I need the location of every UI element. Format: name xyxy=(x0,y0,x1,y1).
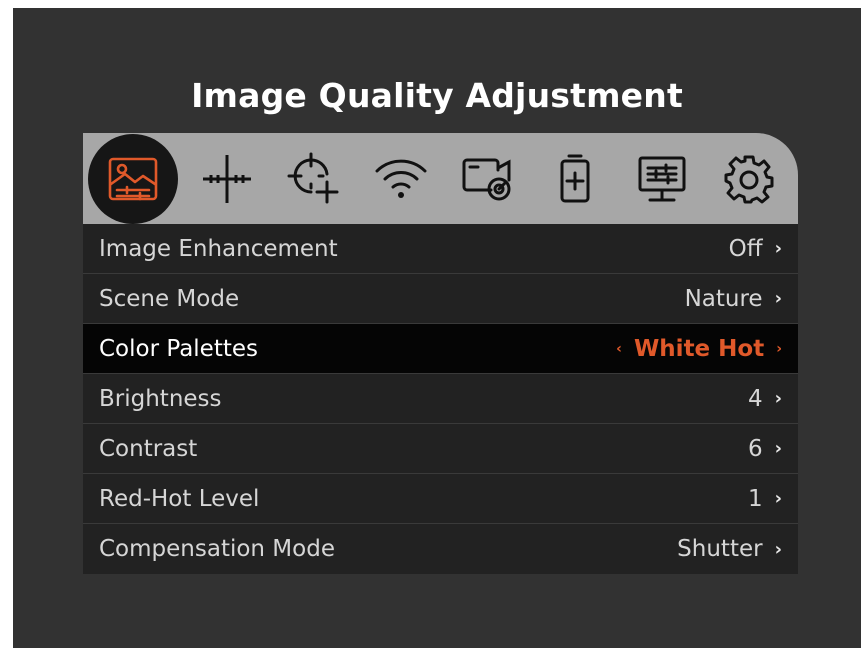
gear-icon xyxy=(724,155,773,203)
chevron-left-icon[interactable]: ‹ xyxy=(616,341,622,357)
menu-row-value-group: Nature › xyxy=(685,286,782,312)
tab-bar xyxy=(83,133,798,224)
wifi-icon xyxy=(375,159,426,198)
menu-row-value-group: Shutter › xyxy=(677,536,782,562)
menu-row-image-enhancement[interactable]: Image Enhancement Off › xyxy=(83,224,798,274)
menu-row-value: Off xyxy=(728,235,763,262)
menu-row-value: Shutter xyxy=(677,536,763,562)
chevron-right-icon: › xyxy=(774,388,782,409)
menu-row-label: Image Enhancement xyxy=(99,235,338,262)
menu-row-label: Brightness xyxy=(99,385,222,412)
tab-image-quality[interactable] xyxy=(83,133,183,224)
tab-reticle[interactable] xyxy=(183,133,270,224)
menu-row-value: 4 xyxy=(747,385,763,412)
tab-wifi[interactable] xyxy=(357,133,444,224)
settings-list: Image Enhancement Off › Scene Mode Natur… xyxy=(83,224,798,574)
settings-panel: Image Enhancement Off › Scene Mode Natur… xyxy=(83,133,798,574)
tab-battery[interactable] xyxy=(531,133,618,224)
tab-recording[interactable] xyxy=(444,133,531,224)
menu-row-compensation-mode[interactable]: Compensation Mode Shutter › xyxy=(83,524,798,574)
menu-row-red-hot-level[interactable]: Red-Hot Level 1 › xyxy=(83,474,798,524)
menu-row-scene-mode[interactable]: Scene Mode Nature › xyxy=(83,274,798,324)
menu-row-value-group: 6 › xyxy=(748,436,782,462)
battery-icon xyxy=(560,154,589,202)
chevron-right-icon: › xyxy=(774,238,782,259)
chevron-right-icon: › xyxy=(774,438,782,459)
device-screen: Image Quality Adjustment Image Enhanceme… xyxy=(13,8,861,648)
menu-row-value-group: Off › xyxy=(729,236,782,262)
display-settings-icon xyxy=(638,156,685,201)
reticle-icon xyxy=(202,154,251,203)
page-title: Image Quality Adjustment xyxy=(191,76,683,115)
menu-row-value-group: 4 › xyxy=(748,386,782,412)
recording-icon xyxy=(462,158,510,200)
menu-row-label: Color Palettes xyxy=(99,335,259,362)
chevron-right-icon: › xyxy=(774,288,782,309)
menu-row-label: Scene Mode xyxy=(99,285,240,312)
menu-row-value: 6 xyxy=(747,435,763,462)
menu-row-label: Red-Hot Level xyxy=(99,485,260,512)
chevron-right-icon: › xyxy=(774,488,782,509)
menu-row-contrast[interactable]: Contrast 6 › xyxy=(83,424,798,474)
menu-row-label: Contrast xyxy=(99,435,198,462)
tab-zeroing[interactable] xyxy=(270,133,357,224)
menu-row-brightness[interactable]: Brightness 4 › xyxy=(83,374,798,424)
menu-row-value: 1 xyxy=(747,485,763,512)
chevron-right-icon[interactable]: › xyxy=(776,341,782,357)
zeroing-crosshair-icon xyxy=(287,152,338,203)
menu-row-value-group: ‹ White Hot › xyxy=(616,336,782,362)
menu-row-value: White Hot xyxy=(633,335,765,362)
image-quality-icon xyxy=(108,157,158,200)
chevron-right-icon: › xyxy=(774,538,782,560)
menu-row-value-group: 1 › xyxy=(748,486,782,512)
menu-row-color-palettes[interactable]: Color Palettes ‹ White Hot › xyxy=(83,324,798,374)
menu-row-value: Nature xyxy=(684,285,763,312)
menu-row-label: Compensation Mode xyxy=(99,536,335,562)
tab-settings[interactable] xyxy=(705,133,792,224)
tab-display-settings[interactable] xyxy=(618,133,705,224)
